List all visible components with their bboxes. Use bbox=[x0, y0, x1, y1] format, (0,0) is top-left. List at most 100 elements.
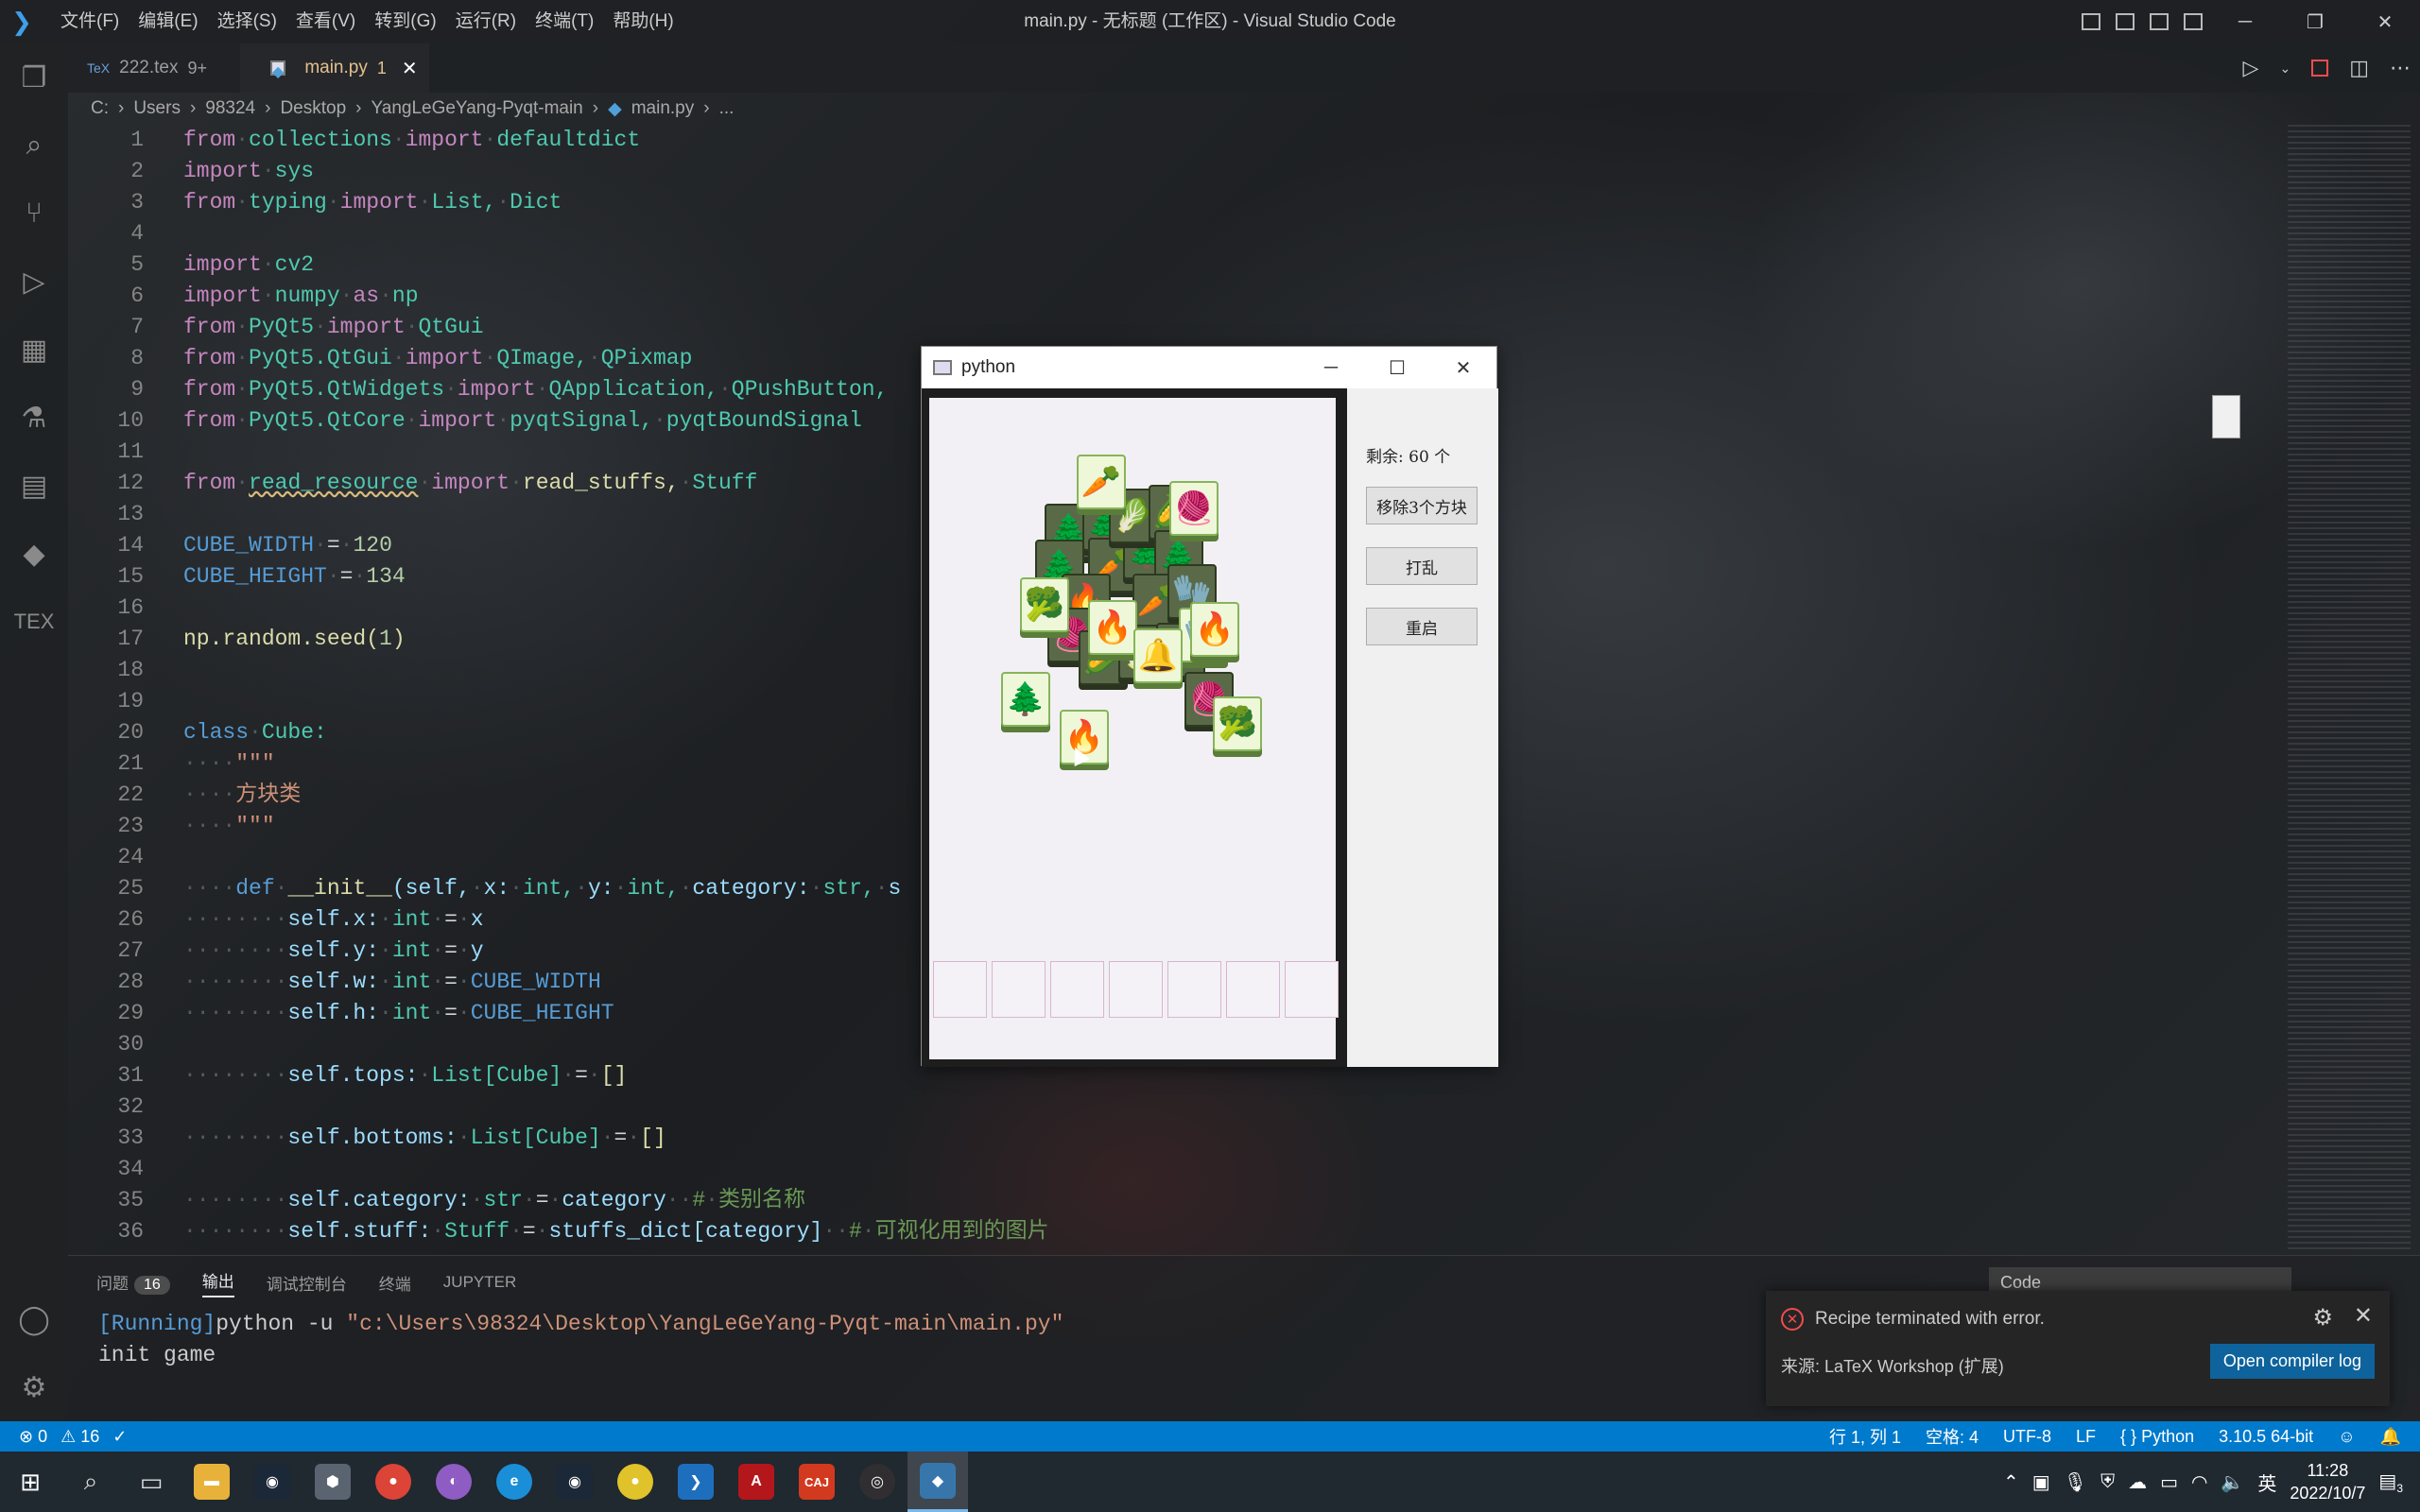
feedback-icon[interactable]: ☺ bbox=[2338, 1427, 2355, 1447]
minimize-button[interactable]: ─ bbox=[1298, 347, 1364, 388]
tile-tree[interactable]: 🌲 bbox=[1001, 672, 1050, 727]
explorer-icon[interactable]: ❐ bbox=[0, 43, 68, 112]
purple-app-icon[interactable]: ◐ bbox=[424, 1452, 484, 1512]
tab-problems[interactable]: 问题 16 bbox=[96, 1270, 170, 1295]
toggle-panel-icon[interactable] bbox=[2116, 13, 2135, 30]
tile-carrot[interactable]: 🥕 bbox=[1077, 455, 1126, 509]
steam-icon-2[interactable]: ◉ bbox=[544, 1452, 605, 1512]
steam-icon[interactable]: ◉ bbox=[242, 1452, 302, 1512]
split-editor-icon[interactable]: ◫ bbox=[2349, 56, 2369, 80]
error-count[interactable]: ⊗ 0 bbox=[19, 1427, 47, 1447]
python-interpreter[interactable]: 3.10.5 64-bit bbox=[2219, 1427, 2313, 1447]
encoding[interactable]: UTF-8 bbox=[2003, 1427, 2051, 1447]
breadcrumb-item[interactable]: ... bbox=[719, 98, 735, 119]
python-taskbar-icon[interactable]: ◆ bbox=[908, 1452, 968, 1512]
tab-main-py[interactable]: ◆ main.py 1 ✕ bbox=[240, 43, 429, 93]
microphone-icon[interactable]: 🎙 bbox=[2064, 1470, 2087, 1494]
task-view-icon[interactable]: ▭ bbox=[121, 1452, 182, 1512]
tile-cauliflower[interactable]: 🥦 bbox=[1020, 577, 1069, 632]
remove-three-button[interactable]: 移除3个方块 bbox=[1366, 487, 1478, 524]
close-icon[interactable]: ✕ bbox=[2354, 1302, 2373, 1330]
breadcrumb-item[interactable]: Desktop bbox=[280, 98, 346, 119]
search-icon[interactable]: ⌕ bbox=[0, 112, 68, 180]
extensions-icon[interactable]: ▦ bbox=[0, 316, 68, 384]
tab-jupyter[interactable]: JUPYTER bbox=[443, 1273, 516, 1292]
breadcrumb-item[interactable]: main.py bbox=[631, 98, 695, 119]
open-compiler-log-button[interactable]: Open compiler log bbox=[2209, 1344, 2375, 1379]
search-icon[interactable]: ⌕ bbox=[60, 1452, 121, 1512]
volume-icon[interactable]: 🔈 bbox=[2221, 1470, 2244, 1494]
testing-icon[interactable]: ⚗ bbox=[0, 384, 68, 452]
wifi-icon[interactable]: ◠ bbox=[2191, 1470, 2207, 1494]
caj-icon[interactable]: CAJ bbox=[786, 1452, 847, 1512]
chevron-up-icon[interactable]: ⌃ bbox=[2003, 1470, 2019, 1494]
language-mode[interactable]: { } Python bbox=[2120, 1427, 2194, 1447]
gear-icon[interactable]: ⚙ bbox=[2312, 1304, 2333, 1332]
breadcrumb-item[interactable]: C: bbox=[91, 98, 109, 119]
menu-run[interactable]: 运行(R) bbox=[446, 0, 526, 43]
obs-icon[interactable]: ◎ bbox=[847, 1452, 908, 1512]
tab-debug-console[interactable]: 调试控制台 bbox=[267, 1271, 347, 1295]
game-board[interactable]: 🌲 🌲 🌲 🥕 🌲 🥬 🌽 🌲 🔥 🥕 🧤 🧶 🌽 🥬 🧶 🧶 🥕 🧶 🥦 🔥 … bbox=[929, 398, 1339, 1059]
run-file-icon[interactable]: ▷ bbox=[2243, 56, 2259, 80]
windows-start-icon[interactable]: ⊞ bbox=[0, 1452, 60, 1512]
toggle-sidebar-icon[interactable] bbox=[2082, 13, 2100, 30]
restart-button[interactable]: 重启 bbox=[1366, 608, 1478, 645]
restore-button[interactable]: ❐ bbox=[2280, 0, 2350, 43]
check-icon[interactable]: ✓ bbox=[112, 1427, 127, 1447]
breadcrumb-item[interactable]: YangLeGeYang-Pyqt-main bbox=[371, 98, 582, 119]
package-app-icon[interactable]: ⬢ bbox=[302, 1452, 363, 1512]
menu-selection[interactable]: 选择(S) bbox=[208, 0, 286, 43]
indentation[interactable]: 空格: 4 bbox=[1926, 1424, 1979, 1449]
maximize-button[interactable]: ☐ bbox=[1364, 347, 1430, 388]
menu-edit[interactable]: 编辑(E) bbox=[129, 0, 207, 43]
warning-count[interactable]: ⚠ 16 bbox=[60, 1427, 99, 1447]
security-icon[interactable]: ⛨ bbox=[2100, 1471, 2115, 1493]
close-tab-icon[interactable]: ✕ bbox=[402, 57, 418, 80]
stop-icon[interactable] bbox=[2311, 60, 2329, 77]
edge-icon[interactable]: e bbox=[484, 1452, 544, 1512]
cloud-icon[interactable]: ☁ bbox=[2128, 1470, 2147, 1494]
toggle-secondary-sidebar-icon[interactable] bbox=[2150, 13, 2169, 30]
tile-bell[interactable]: 🔔 bbox=[1133, 628, 1183, 683]
account-icon[interactable]: ◯ bbox=[0, 1285, 68, 1353]
shuffle-button[interactable]: 打乱 bbox=[1366, 547, 1478, 585]
breadcrumb-item[interactable]: 98324 bbox=[205, 98, 255, 119]
close-window-button[interactable]: ✕ bbox=[2350, 0, 2420, 43]
breadcrumb-item[interactable]: Users bbox=[133, 98, 181, 119]
bell-icon[interactable]: 🔔 bbox=[2380, 1427, 2401, 1447]
chrome-icon[interactable]: ● bbox=[363, 1452, 424, 1512]
chevron-down-icon[interactable]: ⌄ bbox=[2279, 60, 2290, 77]
battery-icon[interactable]: ▭ bbox=[2160, 1470, 2178, 1494]
tile-cauliflower[interactable]: 🥦 bbox=[1213, 696, 1262, 751]
menu-go[interactable]: 转到(G) bbox=[365, 0, 445, 43]
run-debug-icon[interactable]: ▷ bbox=[0, 248, 68, 316]
python-icon[interactable]: ◆ bbox=[0, 520, 68, 588]
cursor-position[interactable]: 行 1, 列 1 bbox=[1829, 1424, 1901, 1449]
settings-gear-icon[interactable]: ⚙ bbox=[0, 1353, 68, 1421]
menu-file[interactable]: 文件(F) bbox=[51, 0, 129, 43]
notification-center-icon[interactable]: ▤3 bbox=[2378, 1469, 2403, 1495]
more-actions-icon[interactable]: ⋯ bbox=[2390, 56, 2411, 80]
tab-222-tex[interactable]: TeX 222.tex 9+ bbox=[68, 43, 240, 93]
file-explorer-icon[interactable]: ▬ bbox=[182, 1452, 242, 1512]
tab-output[interactable]: 输出 bbox=[201, 1268, 234, 1297]
notebook-icon[interactable]: ▤ bbox=[0, 452, 68, 520]
tray-app-icon[interactable]: ▣ bbox=[2032, 1470, 2050, 1494]
menu-terminal[interactable]: 终端(T) bbox=[526, 0, 603, 43]
clock[interactable]: 11:28 2022/10/7 bbox=[2290, 1459, 2365, 1504]
ime-indicator[interactable]: 英 bbox=[2257, 1469, 2276, 1496]
menu-view[interactable]: 查看(V) bbox=[286, 0, 365, 43]
tile-yarn[interactable]: 🧶 bbox=[1169, 481, 1219, 536]
acrobat-icon[interactable]: A bbox=[726, 1452, 786, 1512]
tile-campfire[interactable]: 🔥 bbox=[1190, 602, 1239, 657]
tile-campfire[interactable]: 🔥 bbox=[1088, 600, 1137, 655]
vscode-taskbar-icon[interactable]: ❯ bbox=[666, 1452, 726, 1512]
end-of-line[interactable]: LF bbox=[2076, 1427, 2096, 1447]
tab-terminal[interactable]: 终端 bbox=[379, 1271, 411, 1295]
python-window-titlebar[interactable]: python ─ ☐ ✕ bbox=[922, 347, 1496, 388]
menu-help[interactable]: 帮助(H) bbox=[603, 0, 683, 43]
customize-layout-icon[interactable] bbox=[2184, 13, 2203, 30]
minimize-button[interactable]: ─ bbox=[2210, 0, 2280, 43]
yellow-app-icon[interactable]: ● bbox=[605, 1452, 666, 1512]
